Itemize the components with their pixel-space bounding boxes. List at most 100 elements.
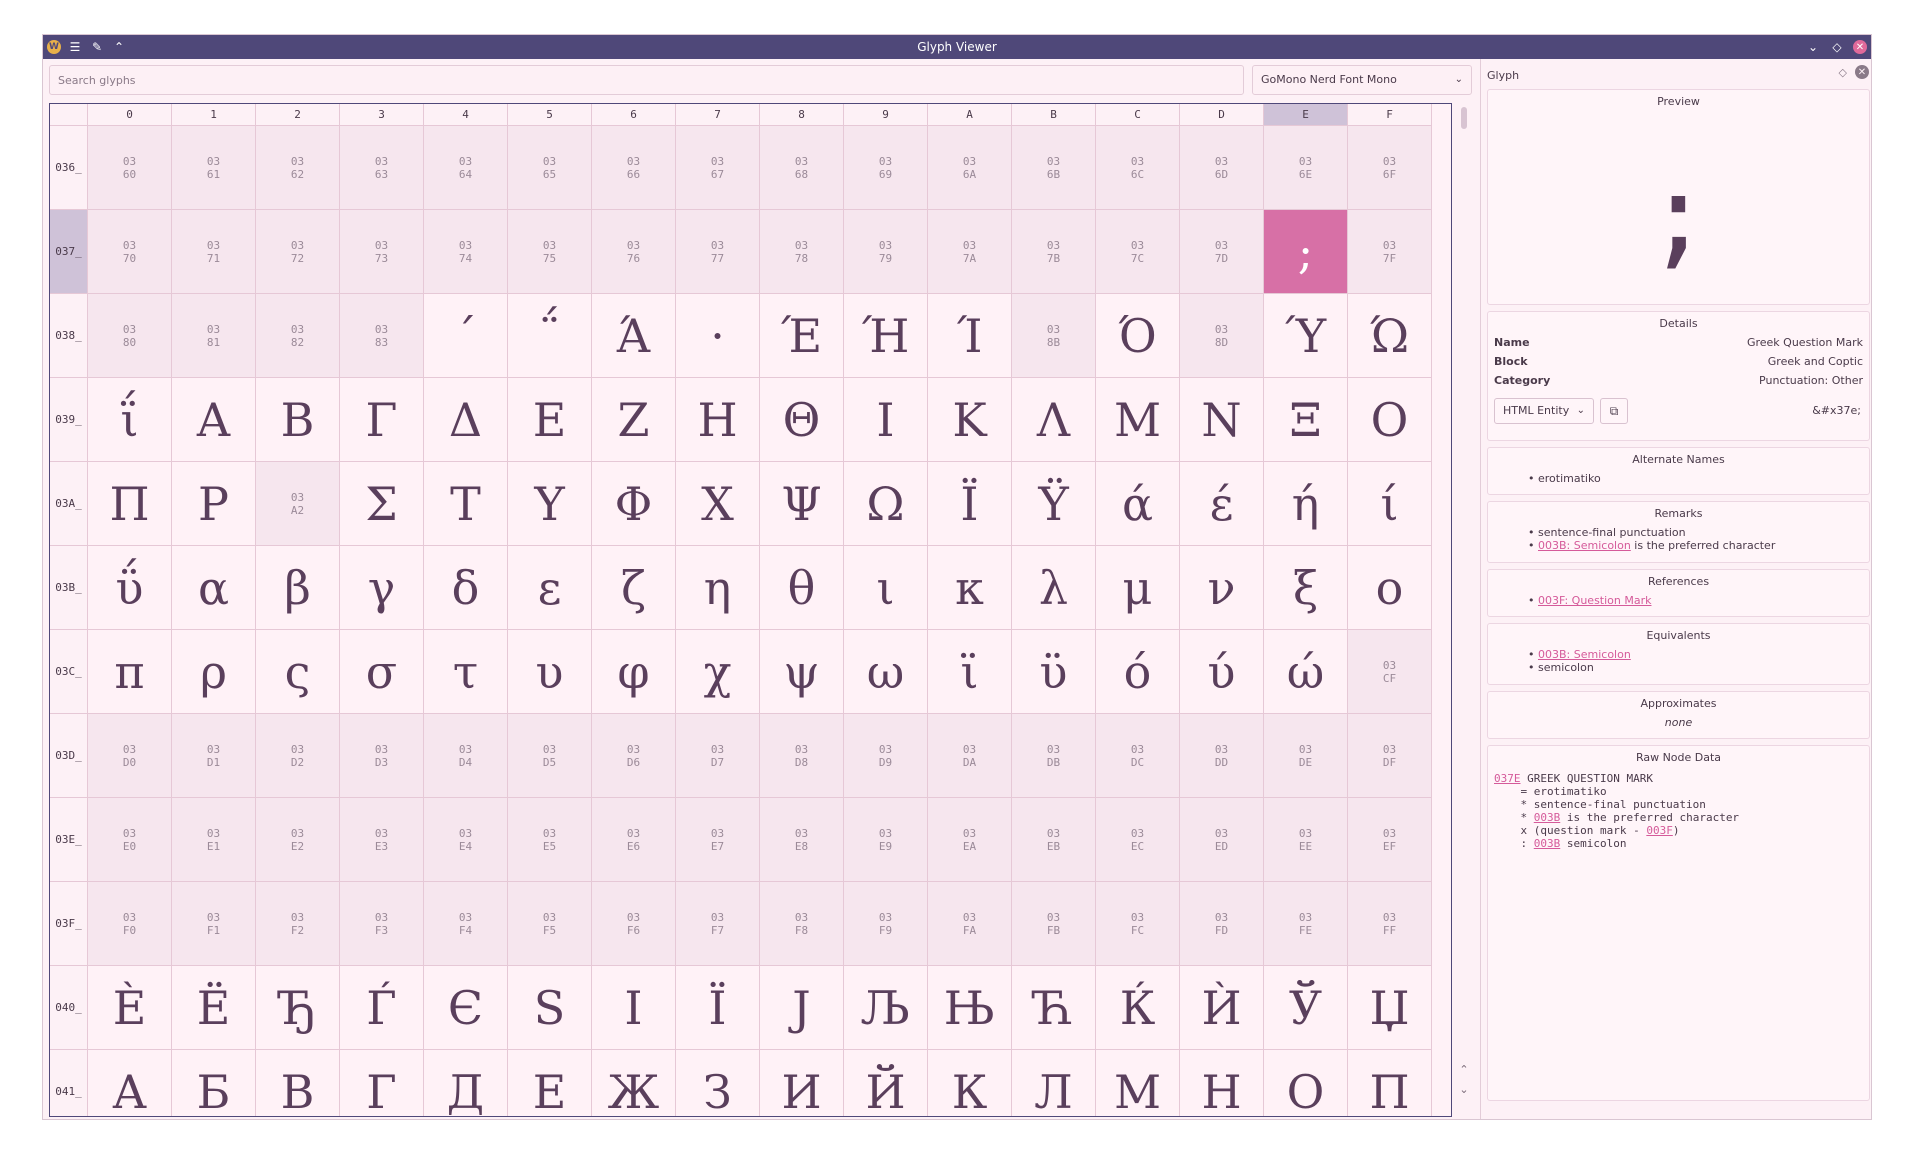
glyph-cell[interactable]: 03 E2 (256, 798, 340, 882)
glyph-cell[interactable]: 03 F6 (592, 882, 676, 966)
glyph-cell[interactable]: 03 72 (256, 210, 340, 294)
glyph-cell[interactable]: β (256, 546, 340, 630)
glyph-cell[interactable]: 03 64 (424, 126, 508, 210)
glyph-cell[interactable]: Ά (592, 294, 676, 378)
glyph-cell[interactable]: ι (844, 546, 928, 630)
glyph-cell[interactable]: 03 65 (508, 126, 592, 210)
glyph-cell[interactable]: Ν (1180, 378, 1264, 462)
glyph-cell[interactable]: ϋ (1012, 630, 1096, 714)
raw-code-link[interactable]: 003B (1534, 811, 1561, 824)
glyph-cell[interactable]: Σ (340, 462, 424, 546)
glyph-cell[interactable]: 03 83 (340, 294, 424, 378)
glyph-cell[interactable]: 03 D7 (676, 714, 760, 798)
glyph-cell[interactable]: ζ (592, 546, 676, 630)
glyph-cell[interactable]: 03 F3 (340, 882, 424, 966)
glyph-cell[interactable]: Ж (592, 1050, 676, 1116)
glyph-cell[interactable]: Ψ (760, 462, 844, 546)
glyph-cell[interactable]: έ (1180, 462, 1264, 546)
glyph-cell[interactable]: Н (1180, 1050, 1264, 1116)
search-box[interactable] (49, 65, 1244, 95)
glyph-cell[interactable]: λ (1012, 546, 1096, 630)
glyph-cell[interactable]: 03 CF (1348, 630, 1432, 714)
glyph-cell[interactable]: ω (844, 630, 928, 714)
glyph-cell[interactable]: γ (340, 546, 424, 630)
glyph-cell[interactable]: Б (172, 1050, 256, 1116)
glyph-cell[interactable]: 03 E8 (760, 798, 844, 882)
glyph-cell[interactable]: θ (760, 546, 844, 630)
raw-code-link[interactable]: 003B (1534, 837, 1561, 850)
glyph-cell[interactable]: Д (424, 1050, 508, 1116)
glyph-cell[interactable]: Ќ (1096, 966, 1180, 1050)
glyph-cell[interactable]: 03 E9 (844, 798, 928, 882)
glyph-cell[interactable]: τ (424, 630, 508, 714)
glyph-cell[interactable]: 03 76 (592, 210, 676, 294)
glyph-cell[interactable]: 03 62 (256, 126, 340, 210)
glyph-cell[interactable]: 03 EC (1096, 798, 1180, 882)
glyph-cell[interactable]: π (88, 630, 172, 714)
glyph-cell[interactable]: 03 69 (844, 126, 928, 210)
glyph-cell[interactable]: Ί (928, 294, 1012, 378)
glyph-cell[interactable]: 03 EB (1012, 798, 1096, 882)
glyph-cell[interactable]: ψ (760, 630, 844, 714)
raw-code-link[interactable]: 037E (1494, 772, 1521, 785)
glyph-cell[interactable]: 03 FD (1180, 882, 1264, 966)
glyph-cell[interactable]: 03 D6 (592, 714, 676, 798)
glyph-cell[interactable]: Л (1012, 1050, 1096, 1116)
glyph-cell[interactable]: 03 F9 (844, 882, 928, 966)
glyph-cell[interactable]: 03 D2 (256, 714, 340, 798)
glyph-cell[interactable]: 03 6E (1264, 126, 1348, 210)
glyph-cell[interactable]: Ρ (172, 462, 256, 546)
glyph-cell[interactable]: Π (88, 462, 172, 546)
glyph-cell[interactable]: Ё (172, 966, 256, 1050)
glyph-cell[interactable]: Β (256, 378, 340, 462)
glyph-cell[interactable]: Θ (760, 378, 844, 462)
glyph-cell[interactable]: З (676, 1050, 760, 1116)
glyph-cell[interactable]: υ (508, 630, 592, 714)
glyph-cell[interactable]: 03 77 (676, 210, 760, 294)
glyph-cell[interactable]: І (592, 966, 676, 1050)
glyph-cell[interactable]: Μ (1096, 378, 1180, 462)
glyph-cell[interactable]: Ѐ (88, 966, 172, 1050)
remark-link[interactable]: 003B: Semicolon (1538, 539, 1631, 552)
glyph-cell[interactable]: М (1096, 1050, 1180, 1116)
glyph-cell[interactable]: 03 F8 (760, 882, 844, 966)
glyph-cell[interactable]: 03 DF (1348, 714, 1432, 798)
glyph-cell[interactable]: α (172, 546, 256, 630)
glyph-cell[interactable]: 03 EE (1264, 798, 1348, 882)
glyph-cell[interactable]: А (88, 1050, 172, 1116)
glyph-cell[interactable]: 03 7F (1348, 210, 1432, 294)
glyph-cell[interactable]: ξ (1264, 546, 1348, 630)
glyph-cell[interactable]: Ї (676, 966, 760, 1050)
glyph-cell[interactable]: ώ (1264, 630, 1348, 714)
glyph-cell[interactable]: κ (928, 546, 1012, 630)
font-selector[interactable]: GoMono Nerd Font Mono ⌄ (1252, 65, 1472, 95)
scrollbar-thumb[interactable] (1461, 107, 1467, 129)
glyph-cell[interactable]: 03 E3 (340, 798, 424, 882)
glyph-cell[interactable]: Ѝ (1180, 966, 1264, 1050)
glyph-cell[interactable]: 03 FB (1012, 882, 1096, 966)
glyph-cell[interactable]: ρ (172, 630, 256, 714)
glyph-cell[interactable]: 03 8B (1012, 294, 1096, 378)
glyph-cell[interactable]: 03 D3 (340, 714, 424, 798)
glyph-cell[interactable]: 03 7D (1180, 210, 1264, 294)
scroll-up-icon[interactable]: ⌃ (1457, 1063, 1471, 1076)
glyph-cell[interactable]: К (928, 1050, 1012, 1116)
glyph-cell[interactable]: 03 E6 (592, 798, 676, 882)
glyph-cell[interactable]: 03 E1 (172, 798, 256, 882)
glyph-cell[interactable]: 03 61 (172, 126, 256, 210)
raw-code-link[interactable]: 003F (1646, 824, 1673, 837)
glyph-cell[interactable]: ς (256, 630, 340, 714)
glyph-cell[interactable]: Υ (508, 462, 592, 546)
glyph-cell[interactable]: 03 80 (88, 294, 172, 378)
glyph-cell[interactable]: Е (508, 1050, 592, 1116)
glyph-cell[interactable]: · (676, 294, 760, 378)
glyph-cell[interactable]: 03 79 (844, 210, 928, 294)
glyph-cell[interactable]: 03 D4 (424, 714, 508, 798)
glyph-cell[interactable]: 03 ED (1180, 798, 1264, 882)
glyph-cell[interactable]: ϊ (928, 630, 1012, 714)
glyph-cell[interactable]: 03 81 (172, 294, 256, 378)
glyph-cell[interactable]: Ε (508, 378, 592, 462)
scroll-down-icon[interactable]: ⌄ (1457, 1083, 1471, 1096)
equivalent-link[interactable]: 003B: Semicolon (1538, 648, 1631, 661)
float-panel-icon[interactable]: ◇ (1839, 66, 1847, 79)
